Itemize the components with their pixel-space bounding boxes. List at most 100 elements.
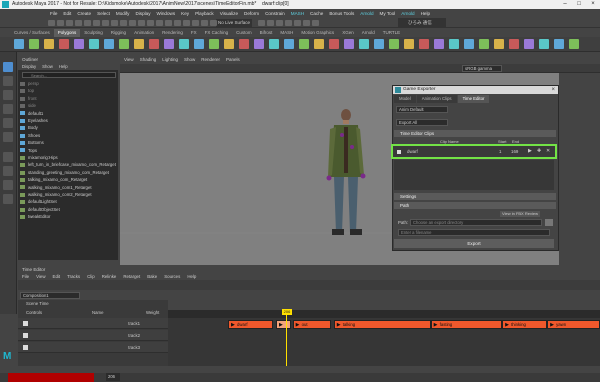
clip-play-icon[interactable]: ▶: [279, 322, 283, 328]
track-name[interactable]: track1: [128, 321, 140, 326]
add-icon[interactable]: ✚: [537, 148, 541, 154]
viewport-menu-item[interactable]: View: [124, 56, 134, 64]
shelf-tool-icon[interactable]: [464, 39, 474, 49]
shelf-tool-icon[interactable]: [194, 39, 204, 49]
shelf-tool-icon[interactable]: [14, 39, 24, 49]
rotate-tool-icon[interactable]: [3, 118, 13, 128]
user-account[interactable]: ひろみ 通信: [398, 18, 446, 27]
outliner-item[interactable]: talking_mixamo_com_Retarget: [20, 176, 116, 183]
shelf-tool-icon[interactable]: [74, 39, 84, 49]
shelf-tool-icon[interactable]: [404, 39, 414, 49]
shelf-tool-icon[interactable]: [119, 39, 129, 49]
menu-item[interactable]: Key: [181, 11, 189, 16]
colorspace-dropdown[interactable]: sRGB gamma: [462, 65, 502, 72]
menu-item[interactable]: File: [50, 11, 57, 16]
status-tool-icon[interactable]: [267, 20, 274, 26]
status-tool-icon[interactable]: [147, 20, 154, 26]
shelf-tool-icon[interactable]: [419, 39, 429, 49]
shelf-tool-icon[interactable]: [359, 39, 369, 49]
shelf-tool-icon[interactable]: [344, 39, 354, 49]
layout-single-icon[interactable]: [3, 152, 13, 162]
shelf-tab[interactable]: Motion Graphics: [297, 29, 338, 37]
select-tool-icon[interactable]: [3, 62, 13, 72]
live-surface-field[interactable]: No Live Surface: [216, 19, 252, 27]
shelf-tool-icon[interactable]: [59, 39, 69, 49]
maximize-icon[interactable]: □: [572, 0, 586, 9]
status-tool-icon[interactable]: [312, 20, 319, 26]
shelf-tool-icon[interactable]: [569, 39, 579, 49]
outliner-search-input[interactable]: Search...: [22, 72, 116, 78]
shelf-tool-icon[interactable]: [554, 39, 564, 49]
outliner-item[interactable]: side: [20, 102, 116, 109]
layout-outliner-icon[interactable]: [3, 194, 13, 204]
menu-item[interactable]: Windows: [157, 11, 176, 16]
play-icon[interactable]: ▶: [528, 148, 532, 154]
menu-item[interactable]: Modify: [116, 11, 130, 16]
shelf-tool-icon[interactable]: [224, 39, 234, 49]
composition-dropdown[interactable]: Composition1: [20, 292, 80, 299]
track-row[interactable]: track2: [18, 330, 168, 341]
clip-play-icon[interactable]: ▶: [505, 322, 509, 328]
status-tool-icon[interactable]: [258, 20, 265, 26]
menu-item[interactable]: Help: [421, 11, 430, 16]
time-editor-menu-item[interactable]: Bake: [147, 273, 157, 280]
shelf-tool-icon[interactable]: [299, 39, 309, 49]
view-in-fbx-review-button[interactable]: View in FBX Review: [500, 211, 540, 217]
playhead[interactable]: [286, 310, 287, 366]
menu-item[interactable]: Bonus Tools: [329, 11, 354, 16]
viewport-menu-item[interactable]: Show: [184, 56, 195, 64]
shelf-tab[interactable]: Curves / Surfaces: [10, 29, 54, 37]
track-row[interactable]: track3: [18, 342, 168, 353]
track-name[interactable]: track2: [128, 333, 140, 338]
track-name[interactable]: track3: [128, 345, 140, 350]
shelf-tab[interactable]: Bifrost: [256, 29, 277, 37]
status-tool-icon[interactable]: [120, 20, 127, 26]
time-ruler[interactable]: [168, 310, 600, 318]
menu-item[interactable]: Create: [77, 11, 91, 16]
status-tool-icon[interactable]: [111, 20, 118, 26]
paint-select-icon[interactable]: [3, 90, 13, 100]
shelf-tab[interactable]: Custom: [232, 29, 256, 37]
status-tool-icon[interactable]: [174, 20, 181, 26]
outliner-item[interactable]: front: [20, 95, 116, 102]
time-editor-menu-item[interactable]: Clip: [87, 273, 95, 280]
status-tool-icon[interactable]: [48, 20, 55, 26]
menu-item[interactable]: Playback: [195, 11, 214, 16]
status-tool-icon[interactable]: [129, 20, 136, 26]
delete-icon[interactable]: ✕: [546, 148, 550, 154]
shelf-tool-icon[interactable]: [494, 39, 504, 49]
status-tool-icon[interactable]: [285, 20, 292, 26]
close-icon[interactable]: ×: [586, 0, 600, 9]
status-tool-icon[interactable]: [303, 20, 310, 26]
clips-section-header[interactable]: Time Editor Clips: [394, 130, 556, 137]
shelf-tool-icon[interactable]: [314, 39, 324, 49]
status-tool-icon[interactable]: [276, 20, 283, 26]
shelf-tab[interactable]: Rigging: [107, 29, 130, 37]
status-tool-icon[interactable]: [183, 20, 190, 26]
shelf-tab[interactable]: Sculpting: [80, 29, 107, 37]
export-mode-dropdown[interactable]: Export All: [396, 119, 448, 126]
time-slider[interactable]: [0, 366, 600, 373]
outliner-item[interactable]: Body: [20, 124, 116, 131]
folder-icon[interactable]: [545, 219, 553, 226]
shelf-tab[interactable]: Polygons: [53, 29, 81, 37]
status-tool-icon[interactable]: [102, 20, 109, 26]
viewport-menu-item[interactable]: Lighting: [162, 56, 178, 64]
outliner-item[interactable]: persp: [20, 80, 116, 87]
tab-animation-clips[interactable]: Animation Clips: [416, 95, 457, 103]
path-section-header[interactable]: Path: [394, 202, 556, 209]
status-tool-icon[interactable]: [165, 20, 172, 26]
outliner-item[interactable]: walking_mixamo_com2_Retarget: [20, 191, 116, 198]
time-editor-menu-item[interactable]: Sources: [164, 273, 180, 280]
time-editor-menu-item[interactable]: File: [22, 273, 29, 280]
menu-item[interactable]: My Tool: [380, 11, 396, 16]
shelf-tool-icon[interactable]: [164, 39, 174, 49]
shelf-tool-icon[interactable]: [44, 39, 54, 49]
shelf-tool-icon[interactable]: [479, 39, 489, 49]
clip-play-icon[interactable]: ▶: [337, 322, 341, 328]
minimize-icon[interactable]: –: [558, 0, 572, 9]
outliner-menu-show[interactable]: Show: [42, 63, 53, 70]
time-editor-clip[interactable]: ▶: [275, 320, 291, 329]
time-editor-menu-item[interactable]: Relinke: [102, 273, 117, 280]
menu-item[interactable]: Select: [97, 11, 110, 16]
